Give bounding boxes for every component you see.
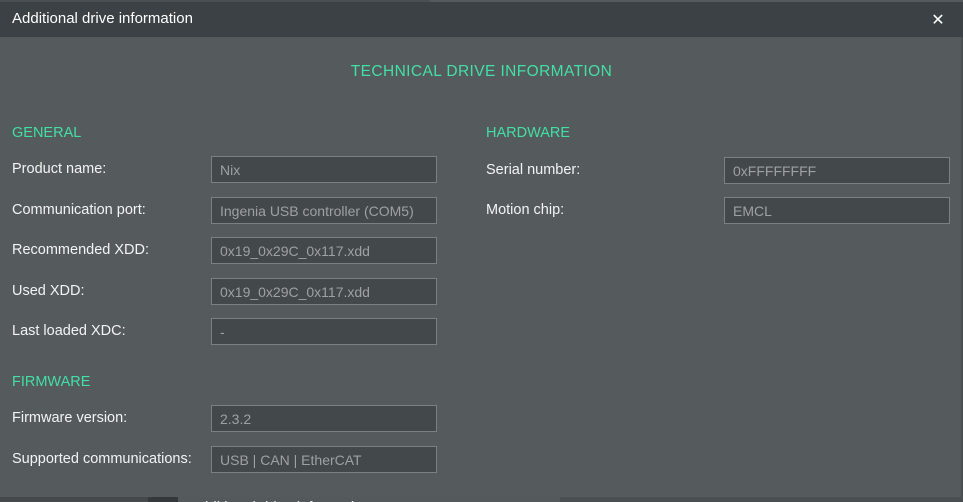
section-heading-firmware: FIRMWARE [12,374,90,390]
dialog-titlebar: Additional drive information ✕ [0,2,963,37]
background-window-segment [148,497,178,502]
label-supported-communications: Supported communications: [12,446,192,473]
background-window-titlebar-clipped: Additional drive information [178,497,560,502]
input-motion-chip[interactable] [724,197,950,224]
label-firmware-version: Firmware version: [12,405,127,432]
input-communication-port[interactable] [211,197,437,224]
input-used-xdd[interactable] [211,278,437,305]
input-product-name[interactable] [211,156,437,183]
input-last-loaded-xdc[interactable] [211,318,437,345]
label-recommended-xdd: Recommended XDD: [12,237,149,264]
input-recommended-xdd[interactable] [211,237,437,264]
input-serial-number[interactable] [724,157,950,184]
background-window-strip: Additional drive information [0,497,963,502]
section-heading-hardware: HARDWARE [486,125,570,141]
label-product-name: Product name: [12,156,106,183]
label-used-xdd: Used XDD: [12,278,85,305]
input-firmware-version[interactable] [211,405,437,432]
dialog-title: Additional drive information [12,2,193,37]
label-serial-number: Serial number: [486,157,580,184]
section-heading-general: GENERAL [12,125,81,141]
background-window-segment [0,497,148,502]
background-window-title: Additional drive information [190,497,371,502]
close-icon[interactable]: ✕ [917,2,959,37]
label-last-loaded-xdc: Last loaded XDC: [12,318,126,345]
input-supported-communications[interactable] [211,446,437,473]
page-title: TECHNICAL DRIVE INFORMATION [0,63,963,81]
background-window-segment [560,497,963,502]
label-communication-port: Communication port: [12,197,146,224]
label-motion-chip: Motion chip: [486,197,564,224]
